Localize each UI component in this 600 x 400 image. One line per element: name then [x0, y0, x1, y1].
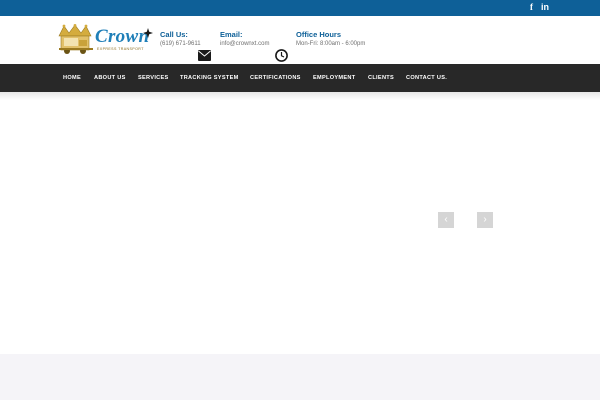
phone-number[interactable]: (619) 671-9611	[160, 40, 201, 48]
email-address[interactable]: info@crownxt.com	[220, 40, 269, 48]
logo-star-icon	[143, 28, 153, 38]
nav-item-services[interactable]: SERVICES	[138, 64, 169, 92]
nav-item-certifications[interactable]: CERTIFICATIONS	[250, 64, 301, 92]
hero-slider	[0, 100, 600, 354]
nav-item-about-us[interactable]: ABOUT US	[94, 64, 126, 92]
clock-icon	[275, 49, 288, 62]
nav-item-home[interactable]: HOME	[63, 64, 81, 92]
call-us-title: Call Us:	[160, 30, 188, 39]
facebook-icon[interactable]: f	[530, 2, 533, 13]
office-hours-text: Mon-Fri: 8:00am - 6:00pm	[296, 41, 366, 47]
nav-item-tracking-system[interactable]: TRACKING SYSTEM	[180, 64, 239, 92]
nav-item-contact-us[interactable]: CONTACT US.	[406, 64, 447, 92]
office-hours-title: Office Hours	[296, 30, 342, 39]
office-hours-block: Office Hours Mon-Fri: 8:00am - 6:00pm	[296, 30, 365, 48]
top-bar: f in	[0, 0, 600, 16]
nav-item-employment[interactable]: EMPLOYMENT	[313, 64, 355, 92]
content-band	[0, 354, 600, 400]
site-header: Crown EXPRESS TRANSPORT Call Us: (619) 6…	[0, 16, 600, 64]
email-title: Email:	[220, 30, 243, 39]
nav-item-clients[interactable]: CLIENTS	[368, 64, 394, 92]
main-nav: HOME ABOUT US SERVICES TRACKING SYSTEM C…	[0, 64, 600, 92]
slider-prev-button[interactable]: ‹	[438, 212, 454, 228]
call-us-block: Call Us: (619) 671-9611	[160, 30, 201, 48]
linkedin-icon[interactable]: in	[541, 2, 549, 13]
email-block: Email: info@crownxt.com	[220, 30, 269, 48]
crown-truck-icon	[58, 24, 93, 54]
crown-logo[interactable]: Crown EXPRESS TRANSPORT	[57, 24, 157, 56]
envelope-icon	[198, 50, 211, 61]
logo-wordmark: Crown	[95, 26, 150, 47]
nav-shadow	[0, 92, 600, 100]
logo-subtitle: EXPRESS TRANSPORT	[97, 47, 144, 51]
slider-next-button[interactable]: ›	[477, 212, 493, 228]
